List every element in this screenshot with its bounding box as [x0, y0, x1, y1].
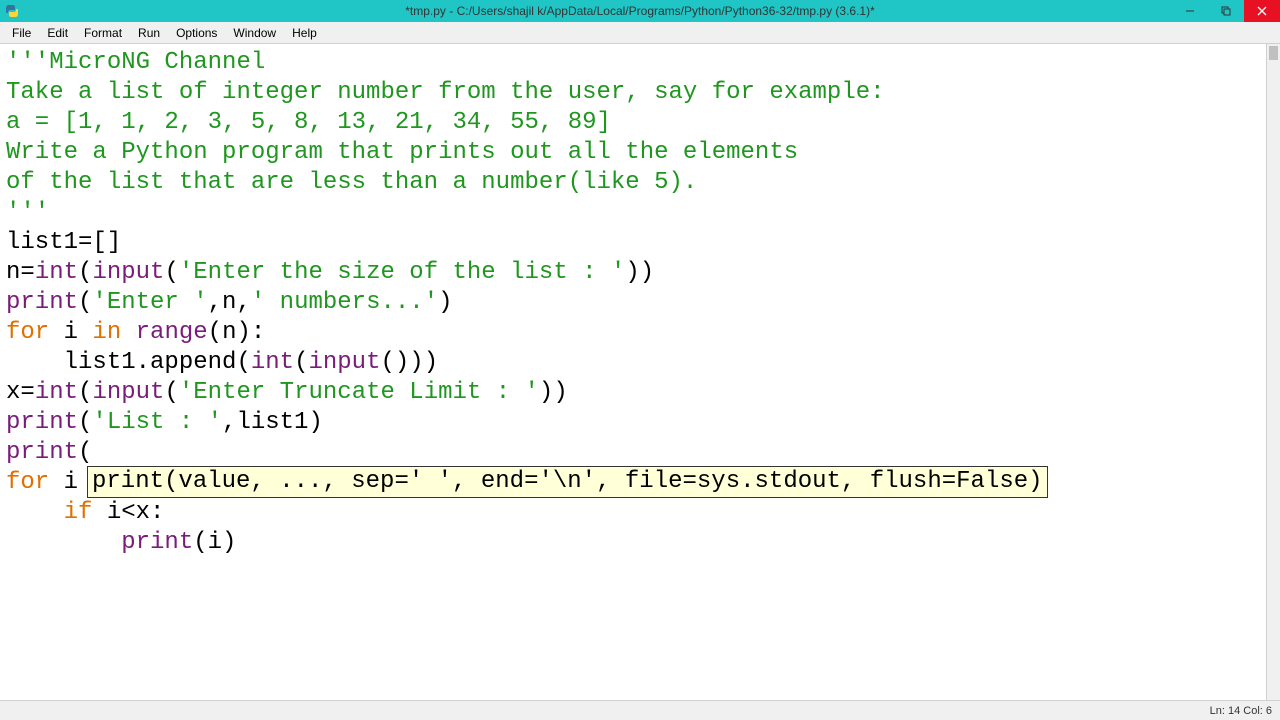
menubar: File Edit Format Run Options Window Help	[0, 22, 1280, 44]
menu-options[interactable]: Options	[168, 24, 225, 42]
menu-file[interactable]: File	[4, 24, 39, 42]
window-controls	[1172, 0, 1280, 22]
vertical-scrollbar[interactable]	[1266, 44, 1280, 700]
window-title: *tmp.py - C:/Users/shajil k/AppData/Loca…	[405, 4, 875, 18]
editor-area[interactable]: '''MicroNG Channel Take a list of intege…	[0, 44, 1280, 700]
close-button[interactable]	[1244, 0, 1280, 22]
titlebar[interactable]: *tmp.py - C:/Users/shajil k/AppData/Loca…	[0, 0, 1280, 22]
menu-window[interactable]: Window	[225, 24, 284, 42]
statusbar: Ln: 14 Col: 6	[0, 700, 1280, 720]
calltip-tooltip: print(value, ..., sep=' ', end='\n', fil…	[87, 466, 1048, 498]
code-line: list1=[]	[6, 229, 121, 256]
menu-help[interactable]: Help	[284, 24, 325, 42]
code-line: of the list that are less than a number(…	[6, 169, 697, 196]
code-line: Write a Python program that prints out a…	[6, 139, 798, 166]
minimize-button[interactable]	[1172, 0, 1208, 22]
cursor-position: Ln: 14 Col: 6	[1210, 705, 1272, 717]
menu-run[interactable]: Run	[130, 24, 168, 42]
code-line: '''	[6, 199, 49, 226]
python-icon	[4, 3, 20, 19]
code-line: Take a list of integer number from the u…	[6, 79, 885, 106]
code-line: a = [1, 1, 2, 3, 5, 8, 13, 21, 34, 55, 8…	[6, 109, 611, 136]
menu-edit[interactable]: Edit	[39, 24, 76, 42]
menu-format[interactable]: Format	[76, 24, 130, 42]
code-line: '''MicroNG Channel	[6, 49, 265, 76]
idle-window: *tmp.py - C:/Users/shajil k/AppData/Loca…	[0, 0, 1280, 720]
maximize-button[interactable]	[1208, 0, 1244, 22]
